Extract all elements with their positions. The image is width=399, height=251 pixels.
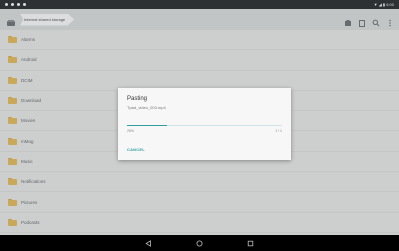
progress-bar bbox=[127, 125, 282, 127]
back-icon[interactable] bbox=[145, 239, 152, 247]
status-right: ▼ ◢ ▮ 6:00 bbox=[374, 2, 394, 7]
cancel-button[interactable]: CANCEL bbox=[127, 147, 145, 152]
status-bar: ▼ ◢ ▮ 6:00 bbox=[0, 0, 399, 9]
notification-icon bbox=[11, 3, 14, 6]
notification-icon bbox=[17, 3, 20, 6]
dialog-file-name: Tpad_video_003.mp4 bbox=[127, 105, 166, 110]
notification-icon bbox=[23, 3, 26, 6]
notification-icon bbox=[5, 3, 8, 6]
notification-icons bbox=[5, 3, 26, 6]
progress-count: 1 / 1 bbox=[275, 129, 282, 133]
paste-progress-dialog: Pasting Tpad_video_003.mp4 26% 1 / 1 CAN… bbox=[118, 88, 291, 160]
status-text: ▼ ◢ ▮ 6:00 bbox=[373, 2, 394, 7]
dialog-title: Pasting bbox=[127, 96, 148, 102]
progress-fill bbox=[127, 125, 168, 127]
recents-icon[interactable] bbox=[247, 240, 254, 247]
navigation-bar bbox=[0, 235, 399, 251]
home-icon[interactable] bbox=[196, 240, 203, 247]
progress-percent: 26% bbox=[127, 129, 135, 133]
